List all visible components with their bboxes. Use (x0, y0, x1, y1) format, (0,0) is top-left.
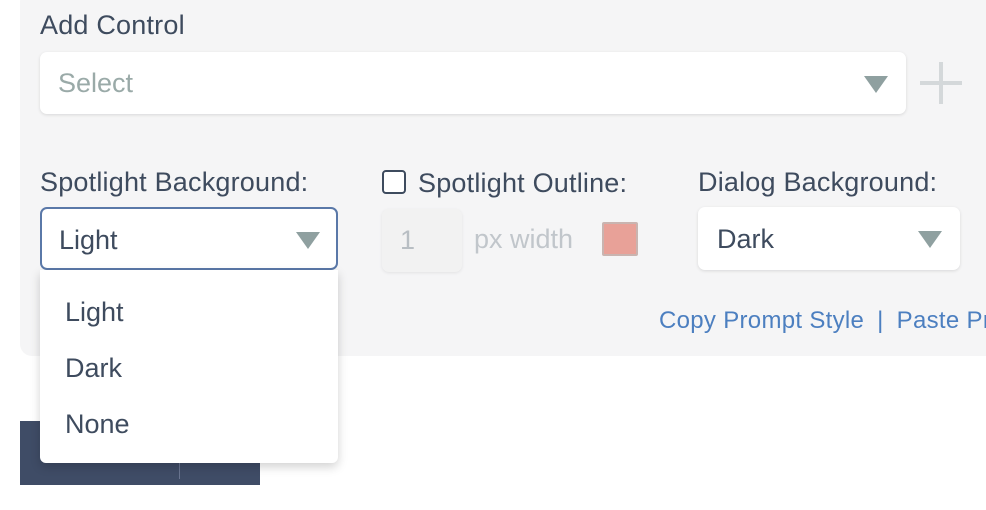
copy-prompt-style-link[interactable]: Copy Prompt Style (659, 307, 864, 335)
spotlight-outline-label: Spotlight Outline: (418, 168, 628, 198)
dialog-background-label: Dialog Background: (698, 167, 938, 197)
spotlight-background-dropdown: Light Dark None (40, 270, 338, 463)
link-separator: | (877, 307, 884, 334)
dialog-background-value: Dark (717, 224, 775, 254)
chevron-down-icon (918, 231, 942, 248)
spotlight-background-value: Light (59, 225, 118, 255)
outline-color-swatch[interactable] (602, 222, 638, 256)
spotlight-outline-checkbox[interactable] (382, 170, 406, 194)
chevron-down-icon (864, 76, 888, 93)
add-control-placeholder: Select (58, 68, 134, 98)
outline-width-input[interactable]: 1 (382, 209, 462, 272)
dropdown-option-none[interactable]: None (40, 396, 338, 452)
plus-icon[interactable] (920, 62, 962, 104)
paste-prompt-style-link[interactable]: Paste Pr (897, 307, 986, 335)
dropdown-option-dark[interactable]: Dark (40, 340, 338, 396)
add-control-label: Add Control (40, 10, 185, 40)
spotlight-background-select[interactable]: Light (40, 207, 338, 270)
dropdown-option-light[interactable]: Light (40, 284, 338, 340)
prompt-style-links: Copy Prompt Style | Paste Pr (659, 307, 986, 335)
chevron-down-icon (296, 232, 320, 249)
spotlight-background-label: Spotlight Background: (40, 167, 309, 197)
add-control-select[interactable]: Select (40, 52, 906, 114)
px-width-label: px width (474, 224, 574, 254)
dialog-background-select[interactable]: Dark (698, 207, 960, 270)
